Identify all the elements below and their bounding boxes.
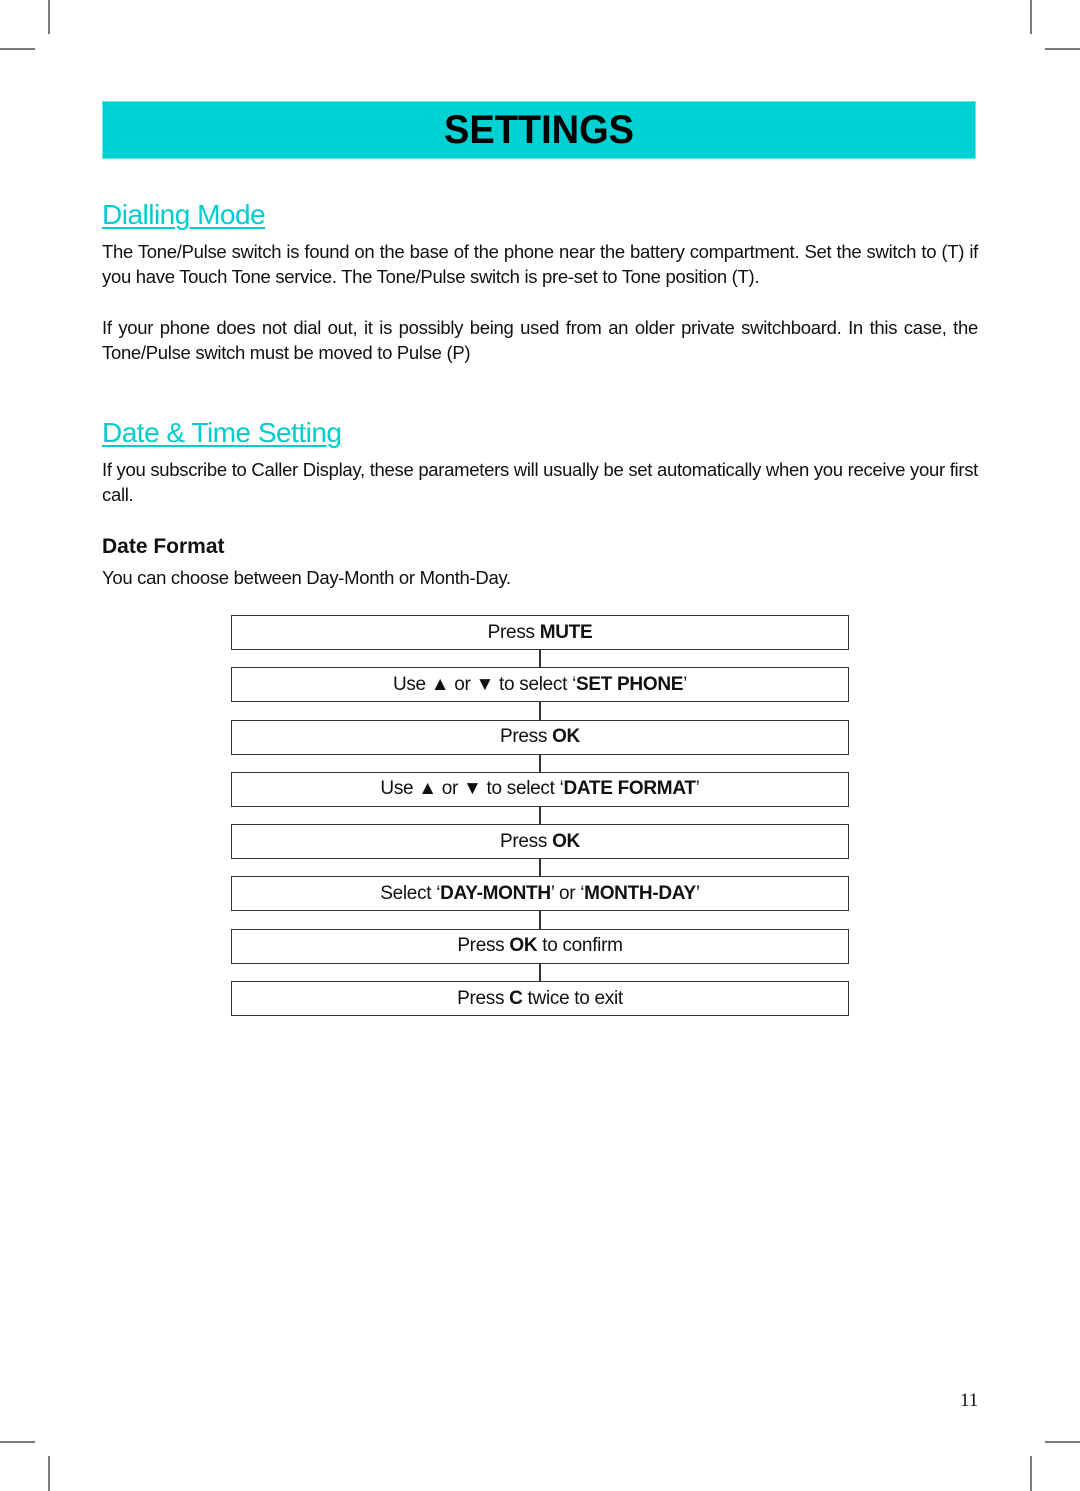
flow-step-fragment: Press <box>457 987 510 1009</box>
flow-connector <box>539 911 541 929</box>
flow-step: Press C twice to exit <box>231 981 849 1017</box>
flow-step-text: Use ▲ or ▼ to select ‘DATE FORMAT’ <box>380 778 699 800</box>
date-format-intro: You can choose between Day-Month or Mont… <box>102 567 511 588</box>
flow-step-keyword: OK <box>552 830 580 852</box>
flow-step: Use ▲ or ▼ to select ‘DATE FORMAT’ <box>231 771 849 807</box>
flow-connector <box>539 963 541 982</box>
flow-step-keyword: DAY-MONTH <box>440 882 551 904</box>
flow-step-fragment: ’ or ‘ <box>550 882 585 904</box>
flow-step-text: Press MUTE <box>488 622 593 644</box>
flow-step-text: Press C twice to exit <box>457 988 623 1010</box>
flow-step: Press MUTE <box>231 615 849 650</box>
flow-step: Press OK to confirm <box>231 928 849 964</box>
flow-step: Select ‘DAY-MONTH’ or ‘MONTH-DAY’ <box>231 876 849 912</box>
flow-step: Press OK <box>231 719 849 755</box>
flow-step-fragment: Press <box>500 830 553 852</box>
flow-step-fragment: ’ <box>695 882 700 904</box>
flow-step-text: Press OK <box>500 726 580 748</box>
flow-step-keyword: OK <box>509 935 538 957</box>
flow-step-keyword: DATE FORMAT <box>563 778 696 800</box>
dialling-mode-paragraph-1: The Tone/Pulse switch is found on the ba… <box>102 241 978 287</box>
dialling-mode-paragraph-2: If your phone does not dial out, it is p… <box>102 317 978 363</box>
flow-connector <box>539 650 541 668</box>
banner-title: SETTINGS <box>443 107 635 152</box>
flow-connector <box>539 859 541 877</box>
flow-step-fragment: Use ▲ or ▼ to select ‘ <box>392 673 577 695</box>
date-time-paragraph: If you subscribe to Caller Display, thes… <box>102 459 978 505</box>
crop-mark-bottom-left-vertical <box>48 1456 50 1491</box>
crop-mark-top-right-horizontal <box>1045 48 1080 50</box>
page-number: 11 <box>960 1390 979 1411</box>
flow-step-fragment: Use ▲ or ▼ to select ‘ <box>380 778 564 800</box>
crop-mark-top-left-vertical <box>48 0 50 34</box>
flow-step-keyword: SET PHONE <box>576 673 684 695</box>
heading-date-time-setting: Date & Time Setting <box>102 417 342 448</box>
flow-step-keyword: C <box>509 987 523 1009</box>
section-banner: SETTINGS <box>102 101 976 159</box>
flow-step-keyword: MUTE <box>539 621 593 643</box>
flow-connector <box>539 702 541 720</box>
crop-mark-top-right-vertical <box>1030 0 1032 34</box>
flow-step-keyword: OK <box>552 726 580 748</box>
flow-connector <box>539 754 541 772</box>
flow-step-fragment: Press <box>457 935 510 957</box>
flow-step-text: Use ▲ or ▼ to select ‘SET PHONE’ <box>393 674 687 696</box>
flow-step: Press OK <box>231 824 849 860</box>
flow-step-keyword: MONTH-DAY <box>584 882 696 904</box>
flow-connector <box>539 806 541 825</box>
crop-mark-top-left-horizontal <box>0 48 35 50</box>
flowchart: Press MUTE Use ▲ or ▼ to select ‘SET PHON… <box>231 615 849 1017</box>
flow-step-text: Press OK to confirm <box>457 935 623 957</box>
crop-mark-bottom-right-horizontal <box>1045 1441 1080 1443</box>
subheading-date-format: Date Format <box>102 535 225 558</box>
flow-step-fragment: Select ‘ <box>380 882 441 904</box>
heading-dialling-mode: Dialling Mode <box>102 199 266 230</box>
crop-mark-bottom-right-vertical <box>1030 1456 1032 1491</box>
flow-step-fragment: Press <box>487 621 540 643</box>
flow-step-text: Select ‘DAY-MONTH’ or ‘MONTH-DAY’ <box>380 883 700 905</box>
flow-step: Use ▲ or ▼ to select ‘SET PHONE’ <box>231 667 849 703</box>
flow-step-text: Press OK <box>500 831 580 853</box>
flow-step-fragment: Press <box>500 726 553 748</box>
flow-step-fragment: twice to exit <box>522 987 624 1009</box>
flow-step-fragment: ’ <box>683 673 688 695</box>
flow-step-fragment: ’ <box>695 778 700 800</box>
flow-step-fragment: to confirm <box>537 935 623 957</box>
crop-mark-bottom-left-horizontal <box>0 1441 35 1443</box>
